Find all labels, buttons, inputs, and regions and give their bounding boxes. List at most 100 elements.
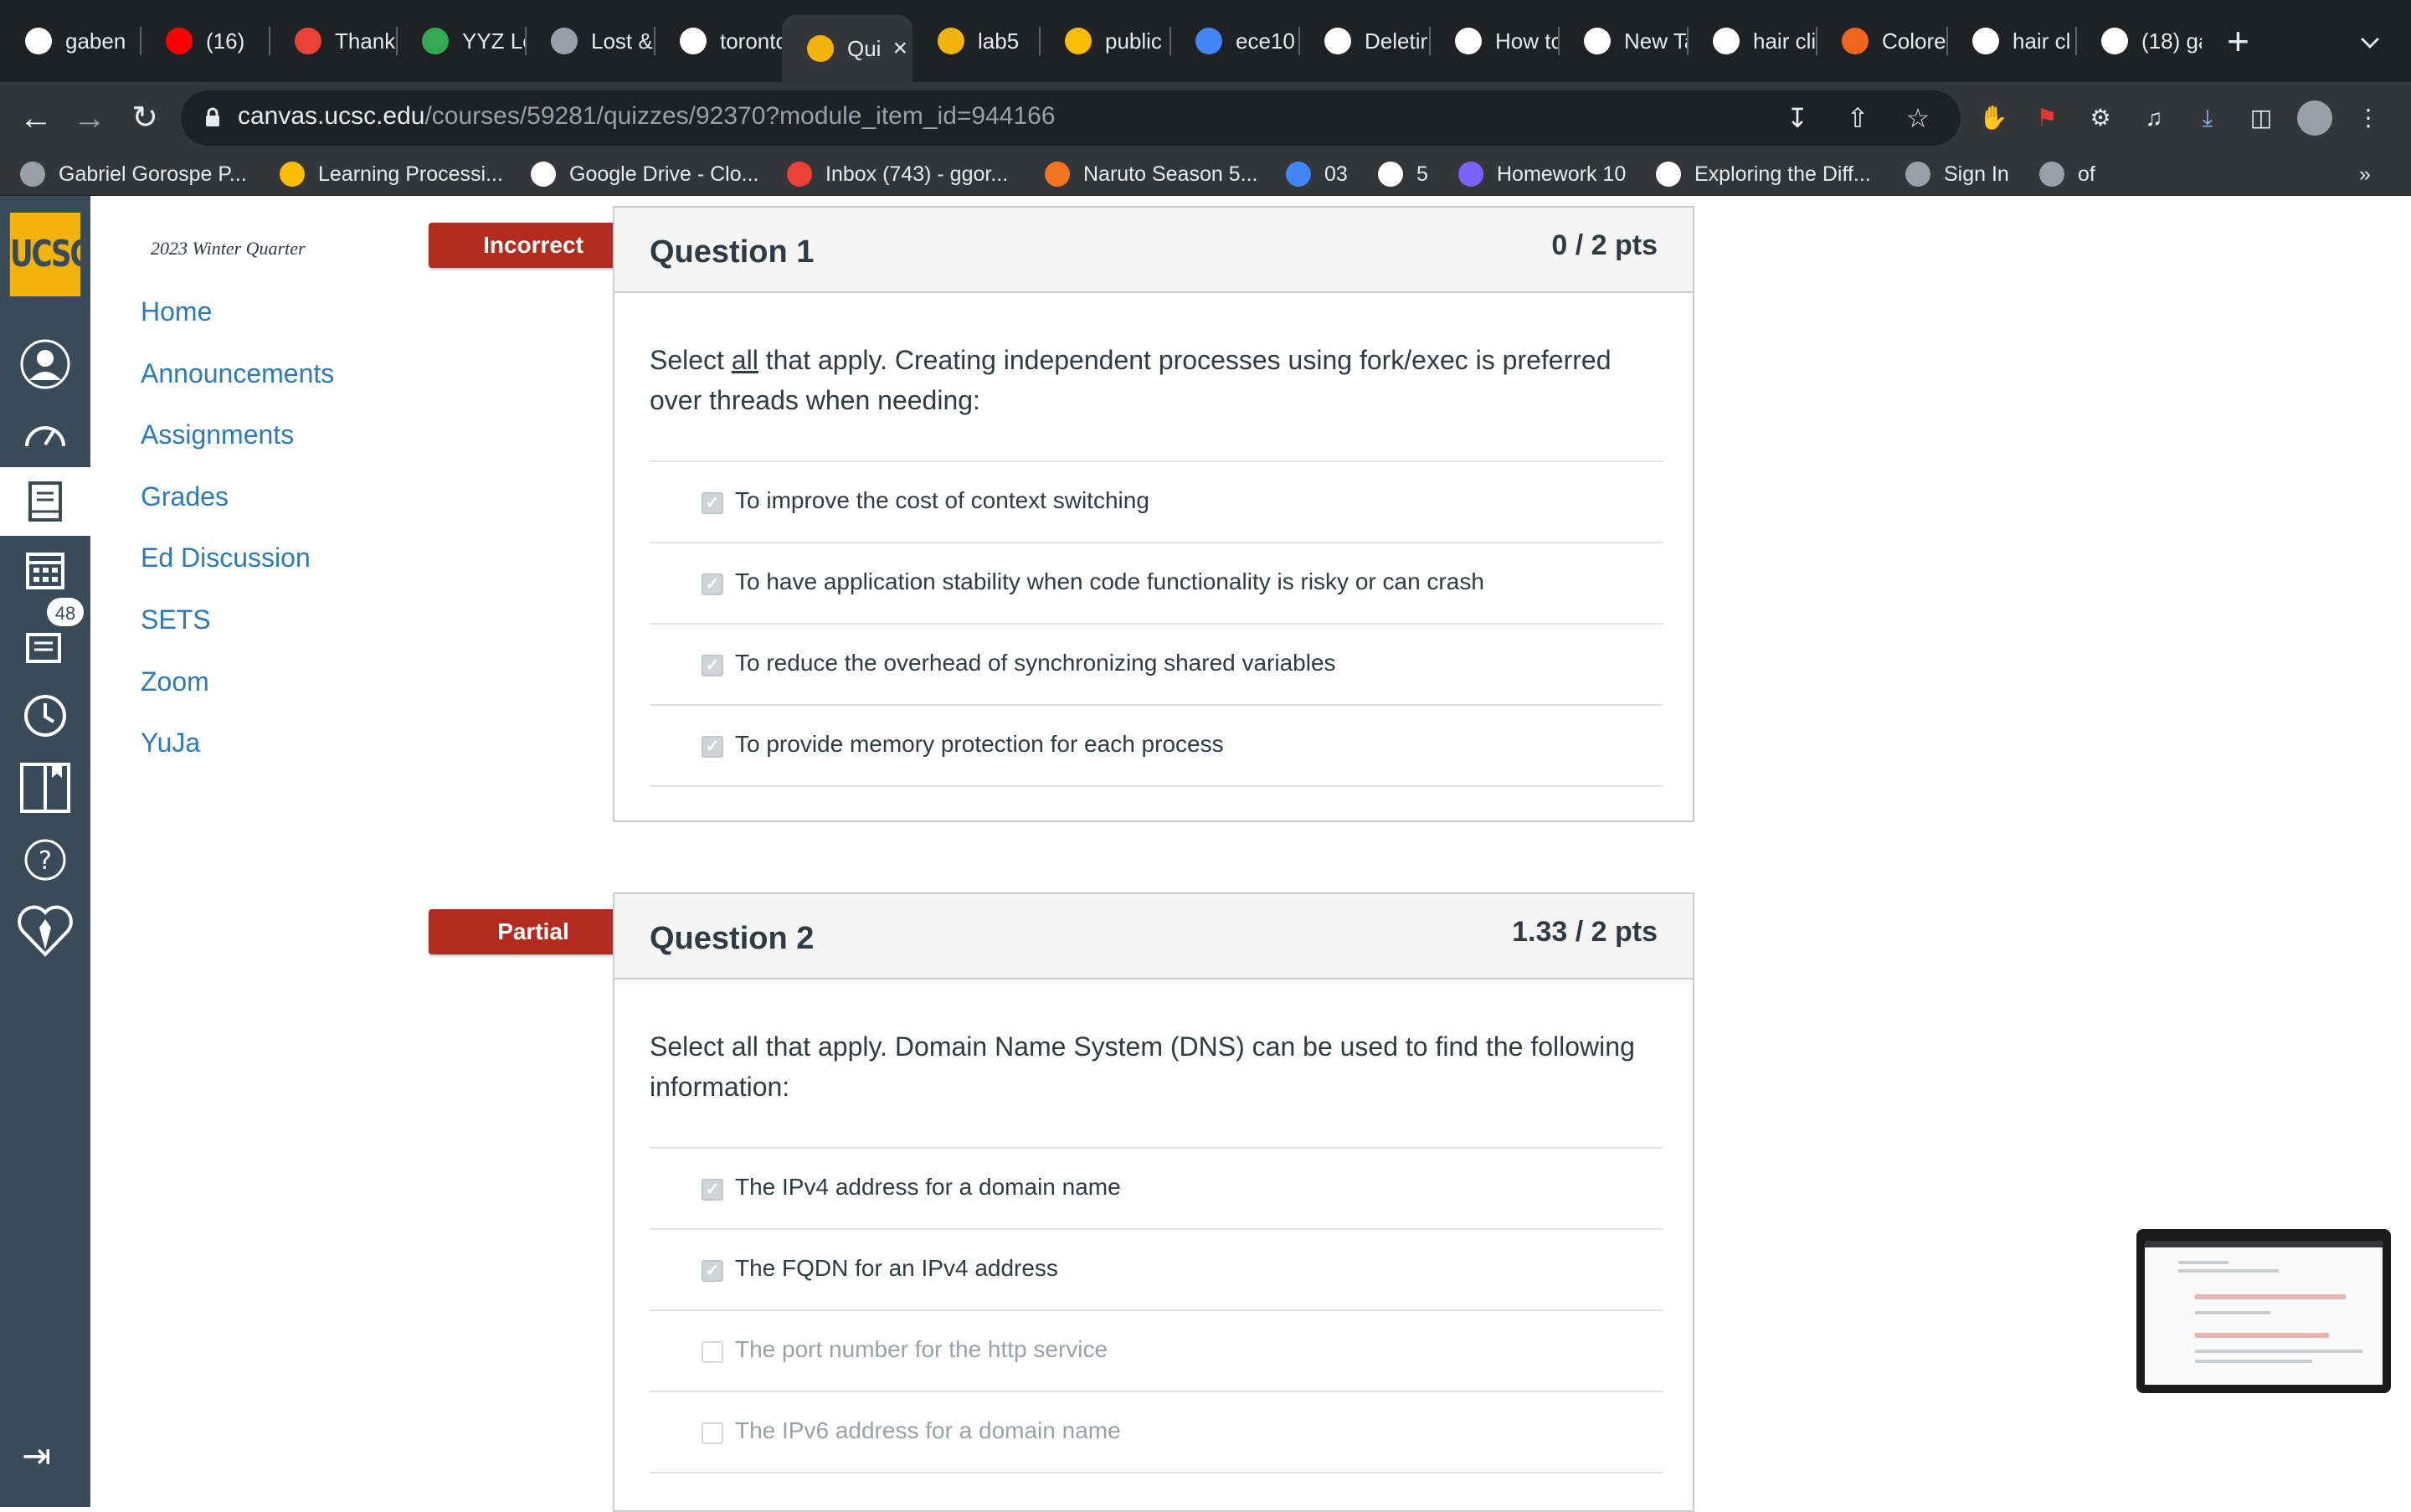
adblock-extension-icon[interactable]: ✋ [1976,100,2011,136]
browser-tab[interactable]: Colore [1817,15,1947,67]
course-nav-sets[interactable]: SETS [141,604,211,635]
tab-title: Thank [335,28,396,54]
youtube-icon [166,28,193,54]
calendar-icon[interactable] [0,536,90,604]
browser-tab[interactable]: How to [1430,15,1559,67]
browser-tab[interactable]: gaben [0,15,141,67]
answer-option: ✓ To improve the cost of context switchin… [650,462,1663,543]
reload-icon[interactable]: ↻ [126,99,164,137]
bookmark-item[interactable]: Exploring the Diff... [1656,159,1871,189]
heart-ucsc-icon[interactable] [0,896,90,964]
browser-tab[interactable]: Deletir [1299,15,1430,67]
github-icon [25,28,52,54]
install-app-icon[interactable]: ↧ [1780,100,1815,136]
etsy-icon [1842,28,1869,54]
bookmark-label: Google Drive - Clo... [569,162,759,186]
kebab-menu-icon[interactable]: ⋮ [2351,100,2386,136]
answer-option: ✓ To have application stability when code… [650,543,1663,625]
collapse-nav-icon[interactable]: ⇥ [22,1435,51,1476]
dashboard-icon[interactable] [0,399,90,467]
browser-tab[interactable]: public [1040,15,1170,67]
bookmark-item[interactable]: Inbox (743) - ggor... [787,159,1008,189]
browser-tab[interactable]: (18) ga [2076,15,2202,67]
tab-separator [1687,27,1689,55]
notion-icon [1455,28,1482,54]
courses-icon[interactable] [0,467,90,536]
bookmark-label: Inbox (743) - ggor... [825,162,1009,186]
url-text[interactable]: canvas.ucsc.edu/courses/59281/quizzes/92… [238,102,1056,131]
address-bar[interactable]: canvas.ucsc.edu/courses/59281/quizzes/92… [181,90,1961,146]
bookmark-item[interactable]: Gabriel Gorospe P... [20,159,247,189]
browser-tab[interactable]: hair cl [1947,15,2076,67]
bookmark-item[interactable]: Naruto Season 5... [1045,159,1257,189]
ucsc-logo[interactable]: UCSC [9,213,90,296]
inbox-unread-badge: 48 [45,596,85,628]
bookmark-item[interactable]: Sign In [1905,159,2009,189]
bookmark-label: Learning Processi... [318,162,503,186]
tab-title: hair cl [2013,28,2071,54]
course-nav-zoom[interactable]: Zoom [141,666,209,697]
puzzle-extensions-icon[interactable]: ⚙ [2083,100,2118,136]
ucsc-icon [807,35,834,62]
course-nav-home[interactable]: Home [141,296,212,327]
browser-tab[interactable]: Qui × [782,15,912,82]
browser-tab[interactable]: YYZ Lc [397,15,526,67]
browser-tab[interactable]: ece10 [1170,15,1299,67]
downloads-icon[interactable]: ⤓ [2190,100,2225,136]
tab-title: How to [1495,28,1559,54]
bookmark-star-icon[interactable]: ☆ [1900,100,1935,136]
question-title: Question 2 [650,921,815,956]
course-nav-assignments[interactable]: Assignments [141,419,294,450]
browser-tab[interactable]: (16) [141,15,270,67]
tab-title: Qui [847,35,882,61]
media-control-icon[interactable]: ♫ [2136,100,2172,136]
forward-arrow-icon[interactable]: → [70,99,109,137]
profile-avatar[interactable] [2297,100,2332,136]
github-icon [1324,28,1351,54]
lock-icon[interactable] [204,107,221,127]
tab-title: gaben [65,28,126,54]
answer-option: The port number for the http service [650,1311,1663,1392]
browser-tab[interactable]: New Ta [1559,15,1688,67]
commons-icon[interactable] [0,753,90,822]
course-nav-yuja[interactable]: YuJa [141,728,200,759]
extension-icon[interactable]: ⚑ [2029,100,2064,136]
account-icon[interactable] [0,330,90,399]
history-clock-icon[interactable] [0,681,90,750]
course-nav-announcements[interactable]: Announcements [141,358,334,389]
bookmark-item[interactable]: Learning Processi... [280,159,503,189]
answer-label: To improve the cost of context switching [735,487,1149,513]
new-tab-button[interactable]: + [2227,22,2249,60]
answer-label: The IPv6 address for a domain name [735,1417,1121,1443]
google-docs-icon [1195,28,1222,54]
url-path: /courses/59281/quizzes/92370?module_item… [424,102,1056,130]
globe-icon [1905,162,1930,187]
browser-tab[interactable]: toronto [655,15,782,67]
tab-separator [1558,27,1560,55]
question-title: Question 1 [650,234,815,270]
browser-tab[interactable]: lab5 [912,15,1040,67]
help-icon[interactable]: ? [0,825,90,894]
question-header: Question 2 1.33 / 2 pts [614,894,1693,980]
course-nav-ed-discussion[interactable]: Ed Discussion [141,543,311,573]
close-tab-icon[interactable]: × [892,34,907,63]
bookmark-item[interactable]: of [2039,159,2095,189]
bookmark-item[interactable]: Homework 10 [1458,159,1626,189]
tab-search-chevron-icon[interactable] [2361,30,2379,49]
bookmark-item[interactable]: 5 [1378,159,1428,189]
browser-tab[interactable]: hair cli [1688,15,1817,67]
browser-tab[interactable]: Thank [270,15,397,67]
bookmarks-overflow-chevron[interactable]: » [2359,159,2371,189]
answer-status-banner: Incorrect [429,223,658,268]
svg-text:?: ? [39,846,52,876]
picture-in-picture-thumbnail[interactable] [2136,1229,2391,1393]
globe-icon [20,162,45,187]
bookmarks-bar: » Gabriel Gorospe P... Learning Processi.… [0,154,2411,196]
course-nav-grades[interactable]: Grades [141,481,229,512]
bookmark-item[interactable]: 03 [1286,159,1348,189]
share-icon[interactable]: ⇧ [1840,100,1875,136]
side-panel-icon[interactable]: ◫ [2244,100,2279,136]
browser-tab[interactable]: Lost & [526,15,655,67]
back-arrow-icon[interactable]: ← [17,99,55,137]
bookmark-item[interactable]: Google Drive - Clo... [531,159,758,189]
